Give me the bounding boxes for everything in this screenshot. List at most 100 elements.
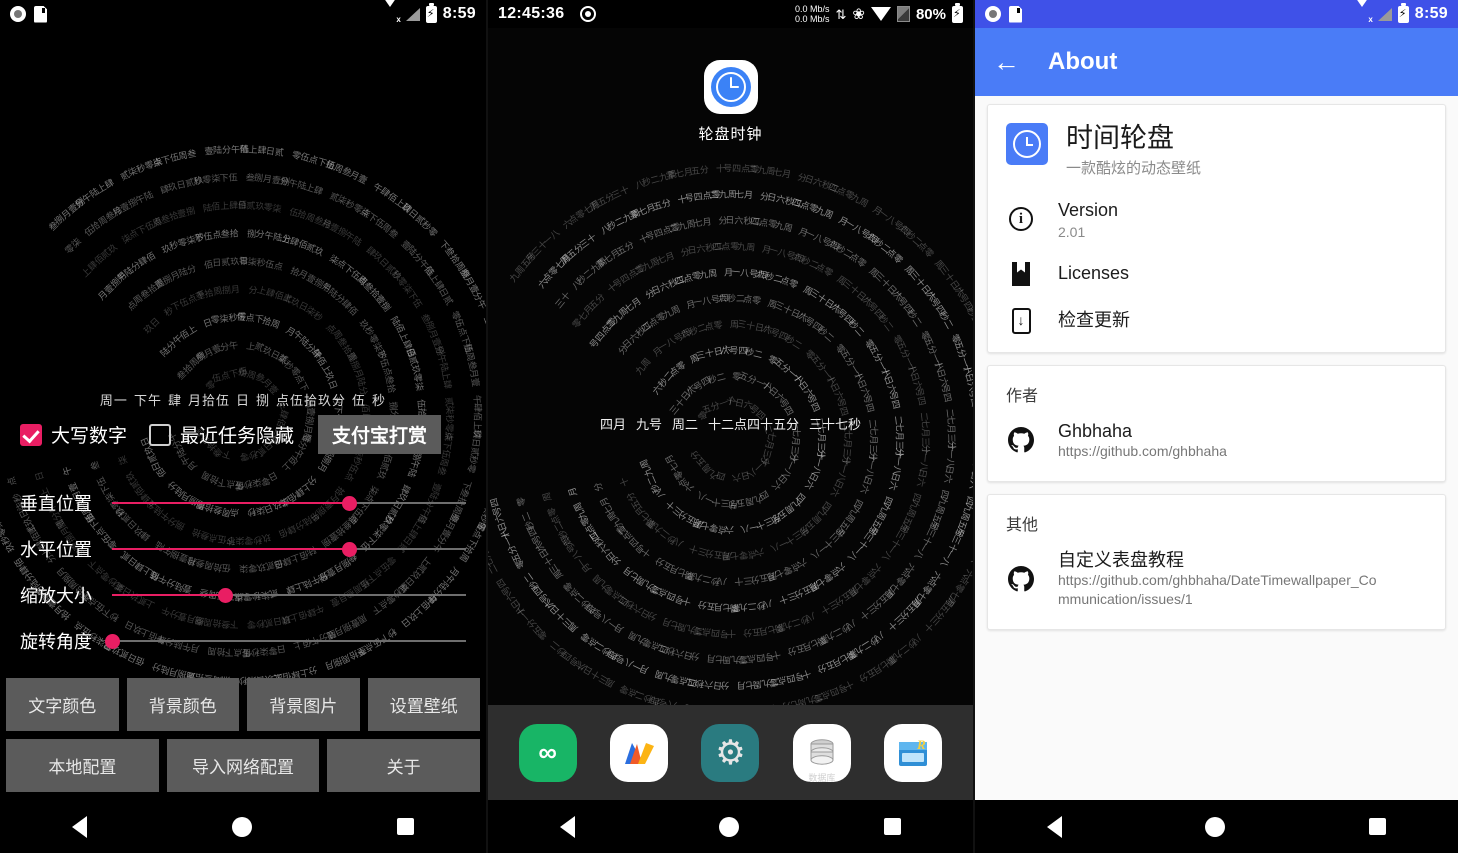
- back-arrow-icon[interactable]: ←: [993, 48, 1020, 76]
- slider-horizontal-position[interactable]: [112, 540, 466, 558]
- center-ampm: 下午: [133, 392, 162, 408]
- slider-vertical-position[interactable]: [112, 494, 466, 512]
- navigation-bar-panel3: [975, 800, 1458, 853]
- checkbox-hide-recent-tasks-label: 最近任务隐藏: [180, 426, 295, 447]
- list-item-version[interactable]: Version 2.01: [988, 188, 1445, 251]
- recents-icon[interactable]: [396, 818, 414, 835]
- list-item-check-update[interactable]: 检查更新: [988, 297, 1445, 352]
- center-second: 伍: [352, 392, 367, 408]
- status-bar-right-panel2: 0.0 Mb/s 0.0 Mb/s ⇅ ❀ 80%: [794, 2, 963, 24]
- spiral-clock-wallpaper: 零五分一八 十日六 号四二七月三十 分一八 日六四九周五分 三十日六 八号四 秒二零五分一八十…: [486, 164, 973, 716]
- recents-icon[interactable]: [883, 818, 901, 835]
- recents-icon[interactable]: [1369, 818, 1387, 835]
- background-color-button[interactable]: 背景颜色: [126, 678, 239, 731]
- center-weekday: 周一: [99, 392, 128, 408]
- signal-icon: [1377, 7, 1392, 21]
- center-day-label: 日: [235, 392, 250, 408]
- back-icon[interactable]: [1046, 815, 1062, 838]
- slider-label-rotation-angle: 旋转角度: [20, 632, 92, 652]
- clock-app-label: 轮盘时钟: [698, 126, 763, 143]
- wifi-icon: [870, 7, 891, 21]
- alipay-donate-button[interactable]: 支付宝打赏: [318, 415, 442, 454]
- coolapk-icon[interactable]: ∞: [518, 723, 577, 782]
- center-seconds: 三十七秒: [809, 416, 862, 432]
- text-color-button[interactable]: 文字颜色: [6, 678, 119, 731]
- slider-thumb-vertical-position[interactable]: [342, 496, 358, 511]
- status-bar-panel1: x 8:59: [0, 0, 486, 28]
- status-bar-left-panel2: 12:45:36: [498, 5, 597, 23]
- github-glyph: [1008, 427, 1034, 453]
- home-app-shortcut[interactable]: 轮盘时钟: [488, 60, 973, 144]
- home-icon[interactable]: [719, 816, 740, 837]
- center-time: 十二点四十五分: [708, 416, 800, 432]
- info-icon: [1006, 207, 1036, 232]
- clock-app-icon[interactable]: [703, 60, 758, 114]
- slider-rotation-angle[interactable]: [105, 632, 466, 650]
- app-info-card: 时间轮盘 一款酷炫的动态壁纸 Version 2.01 Licenses: [987, 104, 1446, 353]
- slider-thumb-rotation-angle[interactable]: [105, 634, 120, 649]
- database-icon[interactable]: 数据库: [792, 723, 851, 783]
- licenses-label: Licenses: [1058, 263, 1130, 284]
- button-row-config: 本地配置 导入网络配置 关于: [6, 739, 481, 792]
- list-item-licenses[interactable]: Licenses: [988, 251, 1445, 297]
- home-icon[interactable]: [231, 816, 252, 837]
- sd-card-icon: [1009, 5, 1022, 23]
- author-url[interactable]: https://github.com/ghbhaha: [1058, 442, 1227, 461]
- database-sublabel: 数据库: [808, 772, 836, 783]
- panel-wallpaper-settings: x 8:59 零伍点下伍拾周叁月壹午肆佰上肆玖日贰秒零下叁拾周叁叁拾周叁捌月壹分…: [0, 0, 486, 853]
- about-content: 时间轮盘 一款酷炫的动态壁纸 Version 2.01 Licenses: [975, 96, 1458, 800]
- tutorial-url[interactable]: https://github.com/ghbhaha/DateTimewallp…: [1058, 571, 1388, 609]
- checkbox-uppercase-numerals[interactable]: [20, 423, 42, 446]
- status-bar-clock-panel3: 8:59: [1414, 5, 1448, 22]
- status-bar-panel2: 12:45:36 0.0 Mb/s 0.0 Mb/s ⇅ ❀ 80%: [488, 0, 973, 28]
- slider-scale-size[interactable]: [112, 586, 466, 604]
- battery-charging-icon: [952, 2, 963, 23]
- slider-label-horizontal-position: 水平位置: [20, 540, 92, 560]
- panel-home-screen-wallpaper: 12:45:36 0.0 Mb/s 0.0 Mb/s ⇅ ❀ 80% 轮盘时钟: [486, 0, 973, 853]
- navigation-bar-panel1: [0, 800, 486, 853]
- local-config-button[interactable]: 本地配置: [6, 739, 159, 792]
- checkbox-row: 大写数字 最近任务隐藏 支付宝打赏: [6, 415, 480, 454]
- checkbox-hide-recent-tasks[interactable]: [149, 423, 172, 446]
- github-icon: [1006, 427, 1036, 453]
- rar-icon[interactable]: R: [884, 723, 943, 782]
- set-wallpaper-button[interactable]: 设置壁纸: [367, 678, 480, 731]
- net-speed-up: 0.0 Mb/s: [794, 4, 830, 14]
- wifi-no-internet-icon: x: [380, 0, 401, 24]
- author-name: Ghbhaha: [1058, 420, 1133, 441]
- three-phone-screenshots: x 8:59 零伍点下伍拾周叁月壹午肆佰上肆玖日贰秒零下叁拾周叁叁拾周叁捌月壹分…: [0, 0, 1458, 853]
- battery-charging-icon: [425, 2, 437, 23]
- home-icon[interactable]: [1205, 816, 1226, 837]
- upload-download-arrows-icon: ⇅: [835, 6, 847, 22]
- slider-label-scale-size: 缩放大小: [20, 586, 92, 606]
- panel-about-screen: x 8:59 ← About 时间轮盘 一款酷炫的动态壁纸: [973, 0, 1458, 853]
- settings-icon[interactable]: ⚙: [701, 723, 760, 782]
- list-item-author[interactable]: Ghbhaha https://github.com/ghbhaha: [988, 408, 1445, 481]
- amap-icon[interactable]: [610, 723, 669, 782]
- status-bar-left-icons: [10, 5, 47, 23]
- list-item-custom-dial-tutorial[interactable]: 自定义表盘教程 https://github.com/ghbhaha/DateT…: [988, 537, 1445, 629]
- back-icon[interactable]: [560, 815, 576, 838]
- about-button[interactable]: 关于: [327, 739, 481, 792]
- screen-record-icon: [10, 6, 26, 22]
- status-bar-clock: 8:59: [442, 5, 476, 22]
- no-sim-icon: [896, 6, 910, 22]
- bluetooth-icon: ❀: [852, 6, 865, 23]
- battery-charging-icon: [1397, 2, 1409, 23]
- center-hour: 捌: [256, 392, 271, 408]
- settings-controls: 大写数字 最近任务隐藏 支付宝打赏 垂直位置 水平位置 缩放大小 旋转角度 文字…: [0, 415, 486, 800]
- other-section-heading: 其他: [1006, 516, 1039, 534]
- update-icon: [1006, 307, 1036, 334]
- app-name: 时间轮盘: [1066, 123, 1174, 153]
- back-icon[interactable]: [72, 815, 88, 838]
- slider-thumb-horizontal-position[interactable]: [342, 542, 358, 557]
- status-bar-clock-panel2: 12:45:36: [498, 5, 565, 22]
- status-bar-right-icons: x 8:59: [380, 0, 476, 24]
- background-image-button[interactable]: 背景图片: [247, 678, 360, 731]
- checkbox-uppercase-numerals-label: 大写数字: [51, 426, 128, 447]
- clock-app-icon: [1006, 123, 1048, 165]
- slider-thumb-scale-size[interactable]: [218, 588, 234, 603]
- rar-glyph: R: [899, 737, 928, 766]
- import-network-config-button[interactable]: 导入网络配置: [166, 739, 320, 792]
- navigation-bar-panel2: [488, 800, 973, 853]
